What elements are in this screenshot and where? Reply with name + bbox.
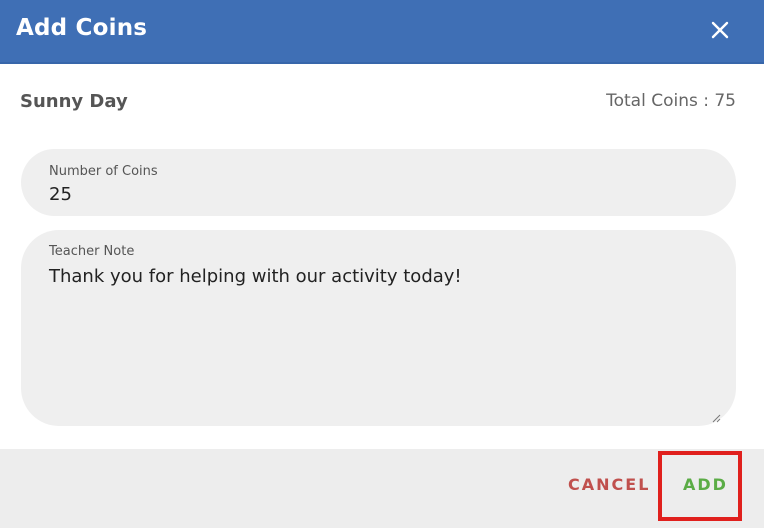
student-name: Sunny Day: [20, 91, 128, 112]
dialog-footer: CANCEL ADD: [0, 449, 764, 528]
add-coins-dialog: Add Coins Sunny Day Total Coins : 75 Num…: [0, 0, 764, 528]
teacher-note-textarea[interactable]: Thank you for helping with our activity …: [49, 265, 709, 289]
close-icon: [711, 21, 729, 39]
teacher-note-field[interactable]: Teacher Note Thank you for helping with …: [21, 230, 736, 426]
dialog-title: Add Coins: [16, 15, 148, 41]
close-button[interactable]: [704, 14, 736, 46]
number-of-coins-input[interactable]: 25: [49, 184, 72, 205]
dialog-header: Add Coins: [0, 0, 764, 64]
cancel-button[interactable]: CANCEL: [568, 475, 650, 494]
add-button[interactable]: ADD: [683, 475, 728, 494]
number-of-coins-field[interactable]: Number of Coins 25: [21, 149, 736, 216]
teacher-note-label: Teacher Note: [49, 244, 135, 259]
resize-handle-icon[interactable]: [712, 414, 721, 423]
number-of-coins-label: Number of Coins: [49, 164, 158, 179]
total-coins: Total Coins : 75: [606, 91, 736, 111]
